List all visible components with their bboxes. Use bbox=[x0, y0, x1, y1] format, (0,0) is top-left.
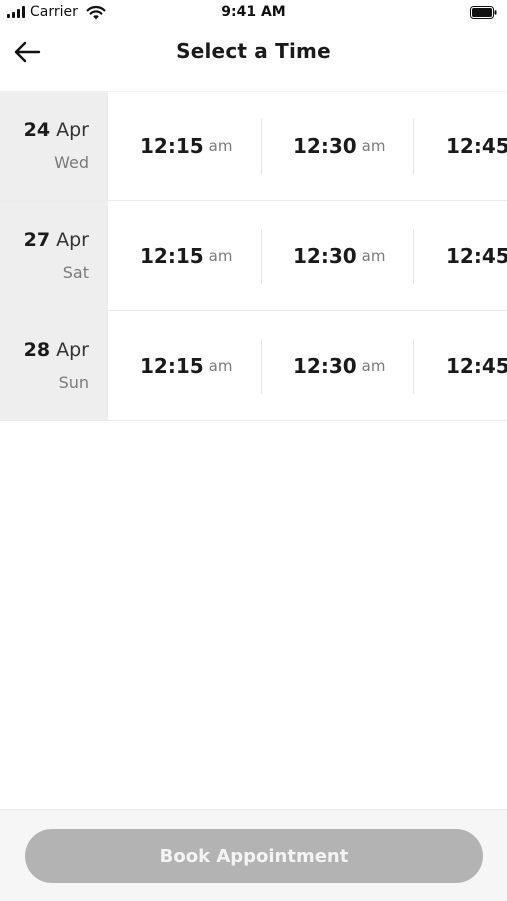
slot-time: 12:30 bbox=[293, 133, 357, 158]
time-slot[interactable]: 12:15 am bbox=[140, 91, 232, 200]
day-row: 28 Apr Sun 12:15 am 12:30 am 12:45 am bbox=[0, 311, 507, 421]
book-appointment-button[interactable]: Book Appointment bbox=[25, 829, 483, 883]
date-month: Apr bbox=[56, 229, 89, 251]
day-row: 24 Apr Wed 12:15 am 12:30 am 12:45 am bbox=[0, 91, 507, 201]
slot-time: 12:15 bbox=[140, 243, 204, 268]
time-slot[interactable]: 12:30 am bbox=[293, 201, 385, 310]
slot-time: 12:45 bbox=[446, 243, 507, 268]
date-month: Apr bbox=[56, 119, 89, 141]
date-label: 28 Apr bbox=[24, 339, 89, 361]
slot-time: 12:45 bbox=[446, 133, 507, 158]
page-title: Select a Time bbox=[176, 39, 331, 63]
slot-meridiem: am bbox=[361, 136, 386, 155]
time-slot[interactable]: 12:45 am bbox=[446, 91, 507, 200]
slot-time: 12:15 bbox=[140, 353, 204, 378]
date-weekday: Sat bbox=[62, 263, 89, 282]
slot-meridiem: am bbox=[361, 246, 386, 265]
slot-meridiem: am bbox=[208, 356, 233, 375]
date-month: Apr bbox=[56, 339, 89, 361]
slot-divider bbox=[413, 229, 414, 284]
status-bar: Carrier 9:41 AM bbox=[0, 0, 507, 26]
slot-meridiem: am bbox=[208, 246, 233, 265]
date-label: 24 Apr bbox=[24, 119, 89, 141]
slot-meridiem: am bbox=[361, 356, 386, 375]
date-cell: 24 Apr Wed bbox=[0, 91, 108, 200]
time-slot[interactable]: 12:15 am bbox=[140, 201, 232, 310]
time-slot[interactable]: 12:30 am bbox=[293, 311, 385, 420]
date-cell: 27 Apr Sat bbox=[0, 201, 108, 310]
time-slot[interactable]: 12:30 am bbox=[293, 91, 385, 200]
slot-time: 12:30 bbox=[293, 353, 357, 378]
schedule-list: 24 Apr Wed 12:15 am 12:30 am 12:45 am 27… bbox=[0, 91, 507, 421]
bottom-action-bar: Book Appointment bbox=[0, 809, 507, 901]
slot-divider bbox=[413, 339, 414, 394]
header-bar: Select a Time bbox=[0, 26, 507, 92]
day-row: 27 Apr Sat 12:15 am 12:30 am 12:45 am bbox=[0, 201, 507, 311]
status-time: 9:41 AM bbox=[221, 4, 286, 20]
slot-divider bbox=[261, 119, 262, 174]
date-weekday: Sun bbox=[58, 373, 89, 392]
slot-time: 12:15 bbox=[140, 133, 204, 158]
time-slot[interactable]: 12:45 am bbox=[446, 201, 507, 310]
date-weekday: Wed bbox=[54, 153, 89, 172]
slot-time: 12:30 bbox=[293, 243, 357, 268]
slot-time: 12:45 bbox=[446, 353, 507, 378]
slot-divider bbox=[261, 339, 262, 394]
date-day: 27 bbox=[23, 229, 51, 251]
time-slot[interactable]: 12:15 am bbox=[140, 311, 232, 420]
time-slot[interactable]: 12:45 am bbox=[446, 311, 507, 420]
slot-meridiem: am bbox=[208, 136, 233, 155]
slot-divider bbox=[413, 119, 414, 174]
battery-icon bbox=[470, 6, 497, 19]
slot-divider bbox=[261, 229, 262, 284]
date-day: 24 bbox=[23, 119, 51, 141]
date-cell: 28 Apr Sun bbox=[0, 311, 108, 420]
date-label: 27 Apr bbox=[24, 229, 89, 251]
date-day: 28 bbox=[23, 339, 51, 361]
